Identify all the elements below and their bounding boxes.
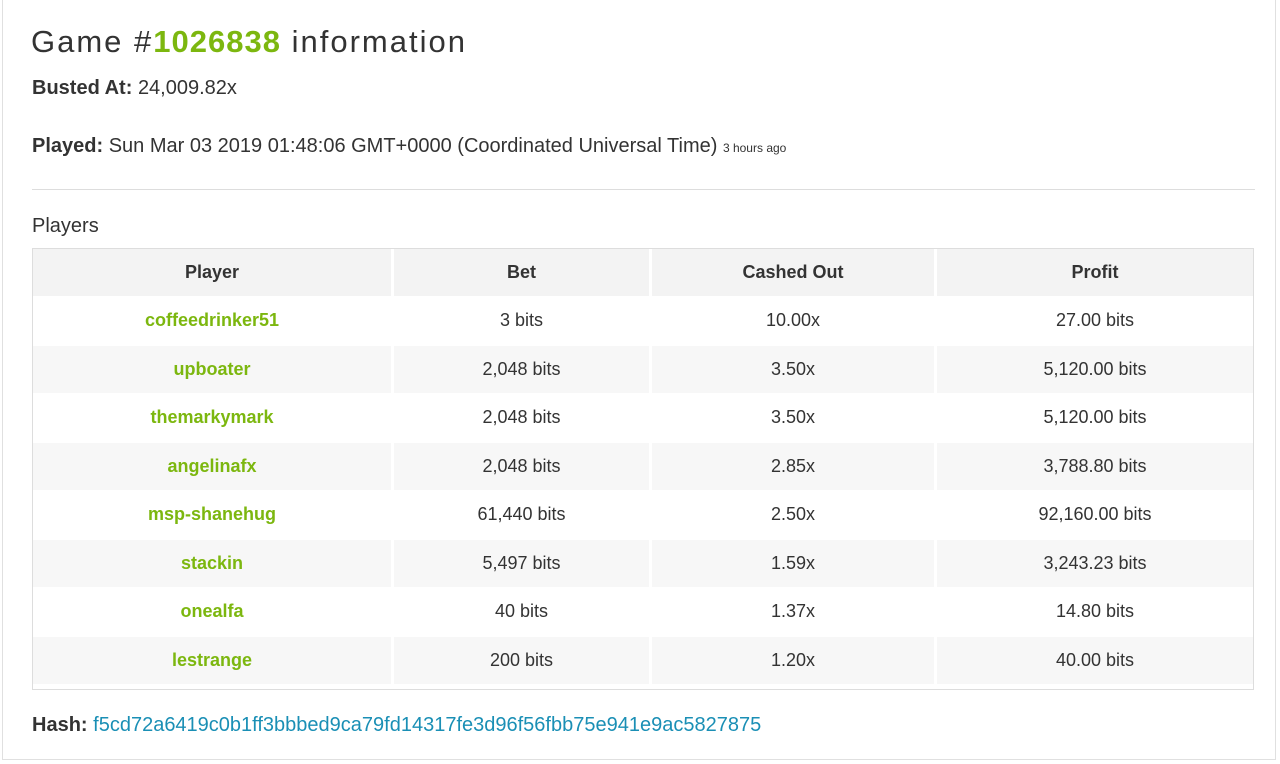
column-header-profit[interactable]: Profit [937, 249, 1253, 298]
page-title: Game #1026838 information [31, 24, 467, 60]
bet-cell: 2,048 bits [394, 443, 652, 492]
player-link[interactable]: msp-shanehug [33, 491, 394, 540]
player-link[interactable]: onealfa [33, 588, 394, 637]
table-row: msp-shanehug 61,440 bits 2.50x 92,160.00… [33, 491, 1253, 540]
hash-line: Hash: f5cd72a6419c0b1ff3bbbed9ca79fd1431… [32, 714, 761, 737]
busted-at-value: 24,009.82x [137, 77, 237, 99]
table-row: lestrange 200 bits 1.20x 40.00 bits [33, 637, 1253, 686]
played-ago: 3 hours ago [722, 141, 787, 155]
cashed-out-cell: 2.85x [652, 443, 937, 492]
player-link[interactable]: themarkymark [33, 394, 394, 443]
bet-cell: 40 bits [394, 588, 652, 637]
table-row: coffeedrinker51 3 bits 10.00x 27.00 bits [33, 297, 1253, 346]
profit-cell: 3,788.80 bits [937, 443, 1253, 492]
player-link[interactable]: stackin [33, 540, 394, 589]
cashed-out-cell: 3.50x [652, 394, 937, 443]
game-info-panel: Game #1026838 information Busted At: 24,… [2, 0, 1276, 760]
bet-cell: 200 bits [394, 637, 652, 686]
profit-cell: 40.00 bits [937, 637, 1253, 686]
table-row: angelinafx 2,048 bits 2.85x 3,788.80 bit… [33, 443, 1253, 492]
column-header-cashed-out[interactable]: Cashed Out [652, 249, 937, 298]
bet-cell: 2,048 bits [394, 394, 652, 443]
table-row: stackin 5,497 bits 1.59x 3,243.23 bits [33, 540, 1253, 589]
cashed-out-cell: 3.50x [652, 346, 937, 395]
player-link[interactable]: angelinafx [33, 443, 394, 492]
played-line: Played: Sun Mar 03 2019 01:48:06 GMT+000… [32, 135, 786, 158]
players-table: Player Bet Cashed Out Profit coffeedrink… [33, 249, 1253, 686]
title-prefix: Game # [31, 24, 154, 59]
profit-cell: 92,160.00 bits [937, 491, 1253, 540]
cashed-out-cell: 1.20x [652, 637, 937, 686]
table-row: upboater 2,048 bits 3.50x 5,120.00 bits [33, 346, 1253, 395]
busted-at-line: Busted At: 24,009.82x [32, 77, 237, 100]
bet-cell: 5,497 bits [394, 540, 652, 589]
game-id: 1026838 [153, 24, 281, 59]
player-link[interactable]: upboater [33, 346, 394, 395]
bet-cell: 61,440 bits [394, 491, 652, 540]
played-label: Played: [32, 135, 104, 157]
bet-cell: 3 bits [394, 297, 652, 346]
section-divider [32, 189, 1255, 190]
busted-at-label: Busted At: [32, 77, 133, 99]
hash-label: Hash: [32, 714, 88, 736]
column-header-bet[interactable]: Bet [394, 249, 652, 298]
player-link[interactable]: lestrange [33, 637, 394, 686]
cashed-out-cell: 2.50x [652, 491, 937, 540]
played-value: Sun Mar 03 2019 01:48:06 GMT+0000 (Coord… [108, 135, 718, 157]
table-row: onealfa 40 bits 1.37x 14.80 bits [33, 588, 1253, 637]
profit-cell: 3,243.23 bits [937, 540, 1253, 589]
player-link[interactable]: coffeedrinker51 [33, 297, 394, 346]
hash-link[interactable]: f5cd72a6419c0b1ff3bbbed9ca79fd14317fe3d9… [93, 714, 761, 736]
column-header-player[interactable]: Player [33, 249, 394, 298]
profit-cell: 27.00 bits [937, 297, 1253, 346]
profit-cell: 14.80 bits [937, 588, 1253, 637]
profit-cell: 5,120.00 bits [937, 346, 1253, 395]
profit-cell: 5,120.00 bits [937, 394, 1253, 443]
bet-cell: 2,048 bits [394, 346, 652, 395]
cashed-out-cell: 10.00x [652, 297, 937, 346]
players-table-container: Player Bet Cashed Out Profit coffeedrink… [32, 248, 1254, 690]
table-header-row: Player Bet Cashed Out Profit [33, 249, 1253, 298]
title-suffix: information [280, 24, 467, 59]
cashed-out-cell: 1.59x [652, 540, 937, 589]
table-row: themarkymark 2,048 bits 3.50x 5,120.00 b… [33, 394, 1253, 443]
players-heading: Players [32, 215, 99, 237]
cashed-out-cell: 1.37x [652, 588, 937, 637]
